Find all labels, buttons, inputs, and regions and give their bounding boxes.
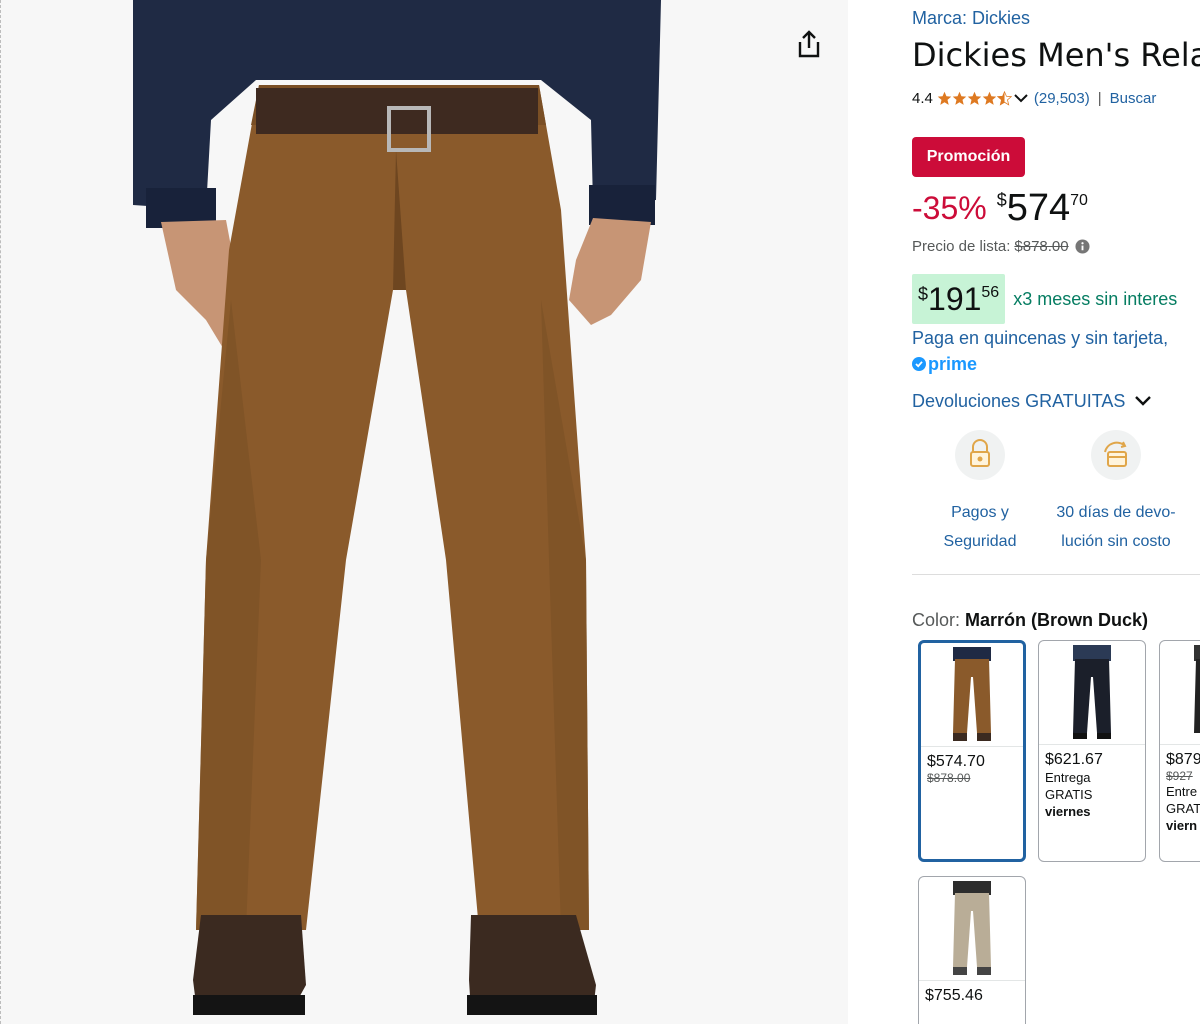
- installment-price-box: $ 191 56: [912, 274, 1006, 324]
- feature-payments-security[interactable]: Pagos y Seguridad: [910, 430, 1050, 556]
- star-half-icon: [996, 90, 1012, 106]
- chevron-down-icon: [1135, 396, 1152, 406]
- installment-row: $ 191 56 x3 meses sin interes: [912, 274, 1177, 324]
- promo-badge: Promoción: [912, 137, 1025, 177]
- feature-label: 30 días de devo- lución sin costo: [1056, 504, 1176, 550]
- color-selection-label: Color: Marrón (Brown Duck): [912, 610, 1148, 631]
- free-returns-toggle[interactable]: Devoluciones GRATUITAS: [912, 388, 1153, 414]
- feature-label: Pagos y Seguridad: [943, 504, 1017, 550]
- swatch-thumbnail: [1160, 641, 1200, 745]
- share-icon: [798, 30, 820, 58]
- installment-currency: $: [918, 284, 929, 304]
- brand-link[interactable]: Marca: Dickies: [912, 8, 1030, 29]
- swatch-list-price: $878.00: [927, 771, 971, 785]
- lock-payment-icon: [955, 430, 1005, 480]
- review-count-link[interactable]: (29,503): [1034, 90, 1090, 107]
- swatch-thumbnail: [921, 643, 1023, 747]
- swatch-price: $574.70: [927, 753, 985, 770]
- chevron-down-icon[interactable]: [1014, 93, 1028, 103]
- list-price-row: Precio de lista: $878.00: [912, 238, 1090, 255]
- star-icon: [982, 91, 997, 105]
- product-details: Marca: Dickies Dickies Men's Relax 4.4 (…: [848, 0, 1200, 1024]
- swatch-price: $621.67: [1045, 751, 1103, 768]
- star-icon: [952, 91, 967, 105]
- color-swatch-khaki[interactable]: $755.46: [918, 876, 1026, 1024]
- color-swatch-dark-navy[interactable]: $621.67 Entrega GRATIS viernes: [1038, 640, 1146, 862]
- color-swatch-brown-duck[interactable]: $574.70 $878.00: [918, 640, 1026, 862]
- star-icon: [967, 91, 982, 105]
- swatch-price: $879: [1166, 751, 1200, 768]
- free-returns-label: Devoluciones GRATUITAS: [912, 390, 1126, 411]
- prime-badge: prime: [912, 352, 977, 376]
- installment-fraction: 56: [981, 284, 1000, 301]
- swatch-delivery: Entrega GRATIS viernes: [1045, 770, 1093, 819]
- pay-installments-link[interactable]: Paga en quincenas y sin tarjeta,: [912, 328, 1168, 349]
- rating-value: 4.4: [912, 89, 933, 107]
- info-icon[interactable]: [1075, 239, 1090, 254]
- star-rating[interactable]: [937, 90, 1034, 106]
- rating-row: 4.4 (29,503) | Buscar: [912, 86, 1156, 110]
- separator: |: [1097, 89, 1102, 107]
- list-price-label: Precio de lista:: [912, 238, 1011, 255]
- divider: [912, 574, 1200, 575]
- search-link[interactable]: Buscar: [1110, 90, 1157, 107]
- product-image[interactable]: [1, 0, 848, 1024]
- color-label-key: Color:: [912, 610, 961, 630]
- installment-whole: 191: [928, 281, 982, 317]
- prime-check-icon: [912, 357, 926, 371]
- prime-label: prime: [928, 353, 978, 374]
- discount-percent: -35%: [912, 190, 987, 226]
- feature-free-returns[interactable]: 30 días de devo- lución sin costo: [1046, 430, 1186, 556]
- price-whole: 574: [1006, 187, 1071, 229]
- swatch-price: $755.46: [925, 987, 983, 1004]
- currency-symbol: $: [996, 190, 1007, 210]
- star-icon: [937, 91, 952, 105]
- swatch-thumbnail: [919, 877, 1025, 981]
- price-row: -35% $ 574 70: [912, 186, 1088, 232]
- swatch-delivery: Entre GRAT viern: [1166, 784, 1200, 833]
- list-price: $878.00: [1014, 238, 1069, 255]
- share-button[interactable]: [791, 26, 827, 62]
- color-label-value: Marrón (Brown Duck): [965, 610, 1149, 630]
- installment-text: x3 meses sin interes: [1013, 288, 1178, 309]
- swatch-list-price: $927: [1166, 769, 1193, 783]
- swatch-thumbnail: [1039, 641, 1145, 745]
- product-image-panel[interactable]: [0, 0, 848, 1024]
- return-box-icon: [1091, 430, 1141, 480]
- price-fraction: 70: [1070, 192, 1088, 209]
- product-title: Dickies Men's Relax: [912, 36, 1200, 74]
- color-swatch-black[interactable]: $879 $927 Entre GRAT viern: [1159, 640, 1200, 862]
